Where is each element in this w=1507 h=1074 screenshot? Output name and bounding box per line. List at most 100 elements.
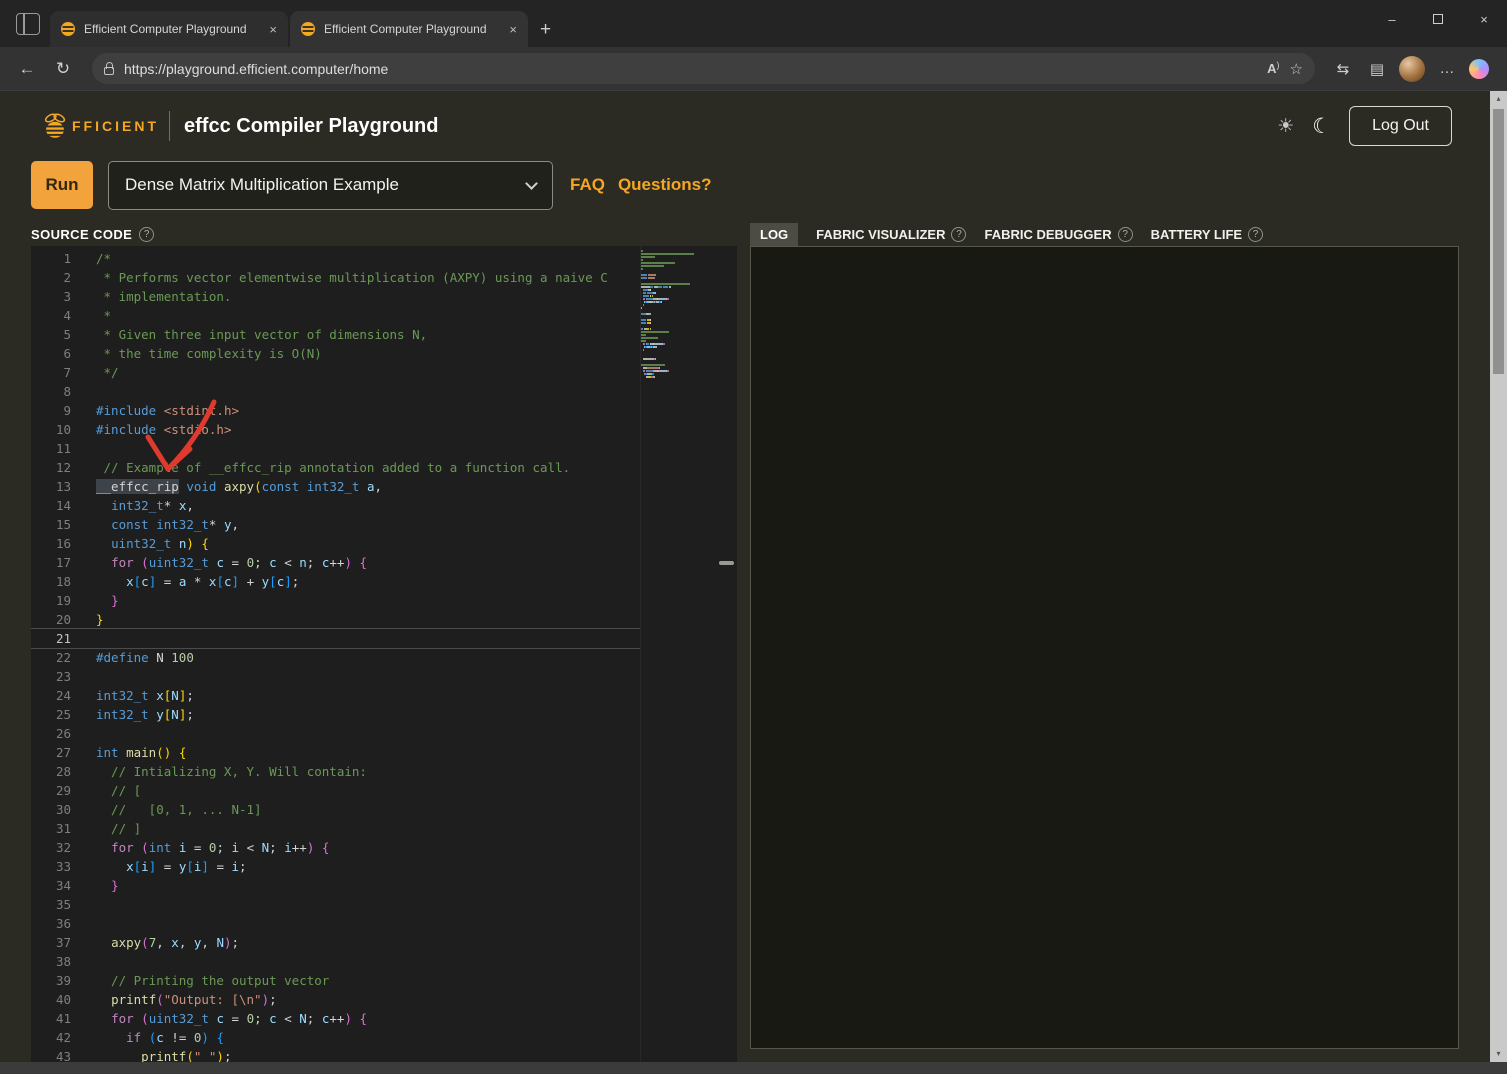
- code-line[interactable]: 34 }: [31, 876, 737, 895]
- copilot-icon[interactable]: [1469, 58, 1489, 79]
- refresh-button[interactable]: ↻: [50, 59, 76, 79]
- dark-theme-icon[interactable]: ☾: [1312, 114, 1331, 139]
- questions-link[interactable]: Questions?: [618, 175, 712, 195]
- line-number: 2: [63, 270, 71, 285]
- url-text[interactable]: https://playground.efficient.computer/ho…: [124, 61, 1257, 77]
- address-bar[interactable]: https://playground.efficient.computer/ho…: [92, 53, 1315, 84]
- tab-close-icon[interactable]: ×: [266, 22, 280, 37]
- code-line[interactable]: 33 x[i] = y[i] = i;: [31, 857, 737, 876]
- code-line[interactable]: 41 for (uint32_t c = 0; c < N; c++) {: [31, 1009, 737, 1028]
- source-code-help-icon[interactable]: ?: [139, 226, 155, 242]
- code-text: if (c != 0) {: [126, 1030, 224, 1045]
- close-button[interactable]: ×: [1461, 12, 1507, 27]
- favorite-star-icon[interactable]: ☆: [1290, 60, 1303, 78]
- browser-tab-1[interactable]: Efficient Computer Playground ×: [50, 11, 288, 47]
- fabric-debugger-help-icon[interactable]: ?: [1117, 226, 1133, 242]
- code-line[interactable]: 35: [31, 895, 737, 914]
- code-line[interactable]: 4 *: [31, 306, 737, 325]
- tab-battery-life[interactable]: BATTERY LIFE: [1151, 227, 1242, 242]
- minimap-line: [641, 295, 700, 297]
- code-line[interactable]: 3 * implementation.: [31, 287, 737, 306]
- code-text: x[i] = y[i] = i;: [126, 859, 247, 874]
- code-line[interactable]: 20}: [31, 610, 737, 629]
- fabric-visualizer-help-icon[interactable]: ?: [951, 226, 967, 242]
- line-number: 10: [55, 422, 71, 437]
- tab-log[interactable]: LOG: [750, 222, 799, 246]
- line-number: 22: [55, 650, 71, 665]
- code-line[interactable]: 25 int32_t y[N];: [31, 705, 737, 724]
- code-line[interactable]: 15 const int32_t* y,: [31, 515, 737, 534]
- workspaces-icon[interactable]: [16, 13, 40, 35]
- new-tab-button[interactable]: +: [540, 20, 551, 39]
- code-line[interactable]: 19 }: [31, 591, 737, 610]
- code-line[interactable]: 36: [31, 914, 737, 933]
- scroll-up-icon[interactable]: ▴: [1490, 91, 1507, 107]
- page-scrollbar[interactable]: ▴ ▾: [1490, 91, 1507, 1062]
- scroll-down-icon[interactable]: ▾: [1490, 1046, 1507, 1062]
- code-editor[interactable]: 1 /* 2 * Performs vector elementwise multi…: [31, 246, 737, 1062]
- read-aloud-paren: ): [1276, 60, 1280, 70]
- tab-fabric-visualizer[interactable]: FABRIC VISUALIZER: [816, 227, 945, 242]
- faq-link[interactable]: FAQ: [570, 175, 605, 195]
- code-line[interactable]: 43 printf(" ");: [31, 1047, 737, 1062]
- minimap-line: [641, 277, 700, 279]
- code-line[interactable]: 31 // ]: [31, 819, 737, 838]
- scrollbar-thumb[interactable]: [1493, 109, 1504, 374]
- code-line[interactable]: 16 uint32_t n) {: [31, 534, 737, 553]
- code-line[interactable]: 17 for (uint32_t c = 0; c < n; c++) {: [31, 553, 737, 572]
- code-line[interactable]: 8: [31, 382, 737, 401]
- code-line[interactable]: 12 // Example of __effcc_rip annotation …: [31, 458, 737, 477]
- split-screen-icon[interactable]: ⇆: [1331, 60, 1355, 78]
- more-menu-icon[interactable]: …: [1435, 60, 1459, 77]
- example-select[interactable]: Dense Matrix Multiplication Example: [108, 160, 553, 210]
- code-line[interactable]: 26: [31, 724, 737, 743]
- source-panel: SOURCE CODE ? 1 /* 2 * Performs vector ele…: [31, 222, 737, 1062]
- browser-tab-2[interactable]: Efficient Computer Playground ×: [290, 11, 528, 47]
- code-line[interactable]: 42 if (c != 0) {: [31, 1028, 737, 1047]
- code-line[interactable]: 5 * Given three input vector of dimensio…: [31, 325, 737, 344]
- tab-close-icon[interactable]: ×: [506, 22, 520, 37]
- code-line[interactable]: 30 // [0, 1, ... N-1]: [31, 800, 737, 819]
- log-output-panel: [750, 246, 1459, 1049]
- code-line[interactable]: 21: [31, 628, 737, 649]
- code-line[interactable]: 28 // Intializing X, Y. Will contain:: [31, 762, 737, 781]
- code-line[interactable]: 14 int32_t* x,: [31, 496, 737, 515]
- collections-icon[interactable]: ▤: [1365, 60, 1389, 78]
- code-line[interactable]: 37 axpy(7, x, y, N);: [31, 933, 737, 952]
- minimize-button[interactable]: –: [1369, 12, 1415, 27]
- back-button[interactable]: ←: [14, 59, 40, 79]
- tab-fabric-debugger[interactable]: FABRIC DEBUGGER: [984, 227, 1111, 242]
- minimap-line: [641, 265, 700, 267]
- maximize-icon: [1433, 13, 1443, 24]
- code-line[interactable]: 38: [31, 952, 737, 971]
- run-button[interactable]: Run: [31, 161, 93, 209]
- code-line[interactable]: 22 #define N 100: [31, 648, 737, 667]
- code-line[interactable]: 9 #include <stdint.h>: [31, 401, 737, 420]
- code-line[interactable]: 29 // [: [31, 781, 737, 800]
- code-line[interactable]: 23: [31, 667, 737, 686]
- code-line[interactable]: 39 // Printing the output vector: [31, 971, 737, 990]
- efficient-logo[interactable]: FFICIENT: [40, 111, 159, 141]
- profile-avatar[interactable]: [1399, 55, 1425, 82]
- code-line[interactable]: 10 #include <stdio.h>: [31, 420, 737, 439]
- code-line[interactable]: 7 */: [31, 363, 737, 382]
- code-line[interactable]: 6 * the time complexity is O(N): [31, 344, 737, 363]
- minimap[interactable]: [640, 246, 700, 1062]
- code-line[interactable]: 24 int32_t x[N];: [31, 686, 737, 705]
- code-line[interactable]: 2 * Performs vector elementwise multipli…: [31, 268, 737, 287]
- code-line[interactable]: 40 printf("Output: [\n");: [31, 990, 737, 1009]
- line-number: 11: [55, 441, 71, 456]
- code-line[interactable]: 11: [31, 439, 737, 458]
- code-line[interactable]: 18 x[c] = a * x[c] + y[c];: [31, 572, 737, 591]
- panel-resize-handle[interactable]: [719, 561, 734, 565]
- code-line[interactable]: 32 for (int i = 0; i < N; i++) {: [31, 838, 737, 857]
- battery-life-help-icon[interactable]: ?: [1248, 226, 1264, 242]
- light-theme-icon[interactable]: ☀: [1277, 115, 1294, 138]
- read-aloud-icon[interactable]: A): [1267, 60, 1279, 77]
- line-number: 29: [55, 783, 71, 798]
- maximize-button[interactable]: [1415, 12, 1461, 27]
- logout-button[interactable]: Log Out: [1349, 106, 1452, 146]
- code-line[interactable]: 27 int main() {: [31, 743, 737, 762]
- code-line[interactable]: 13 __effcc_rip void axpy(const int32_t a,: [31, 477, 737, 496]
- code-line[interactable]: 1 /*: [31, 249, 737, 268]
